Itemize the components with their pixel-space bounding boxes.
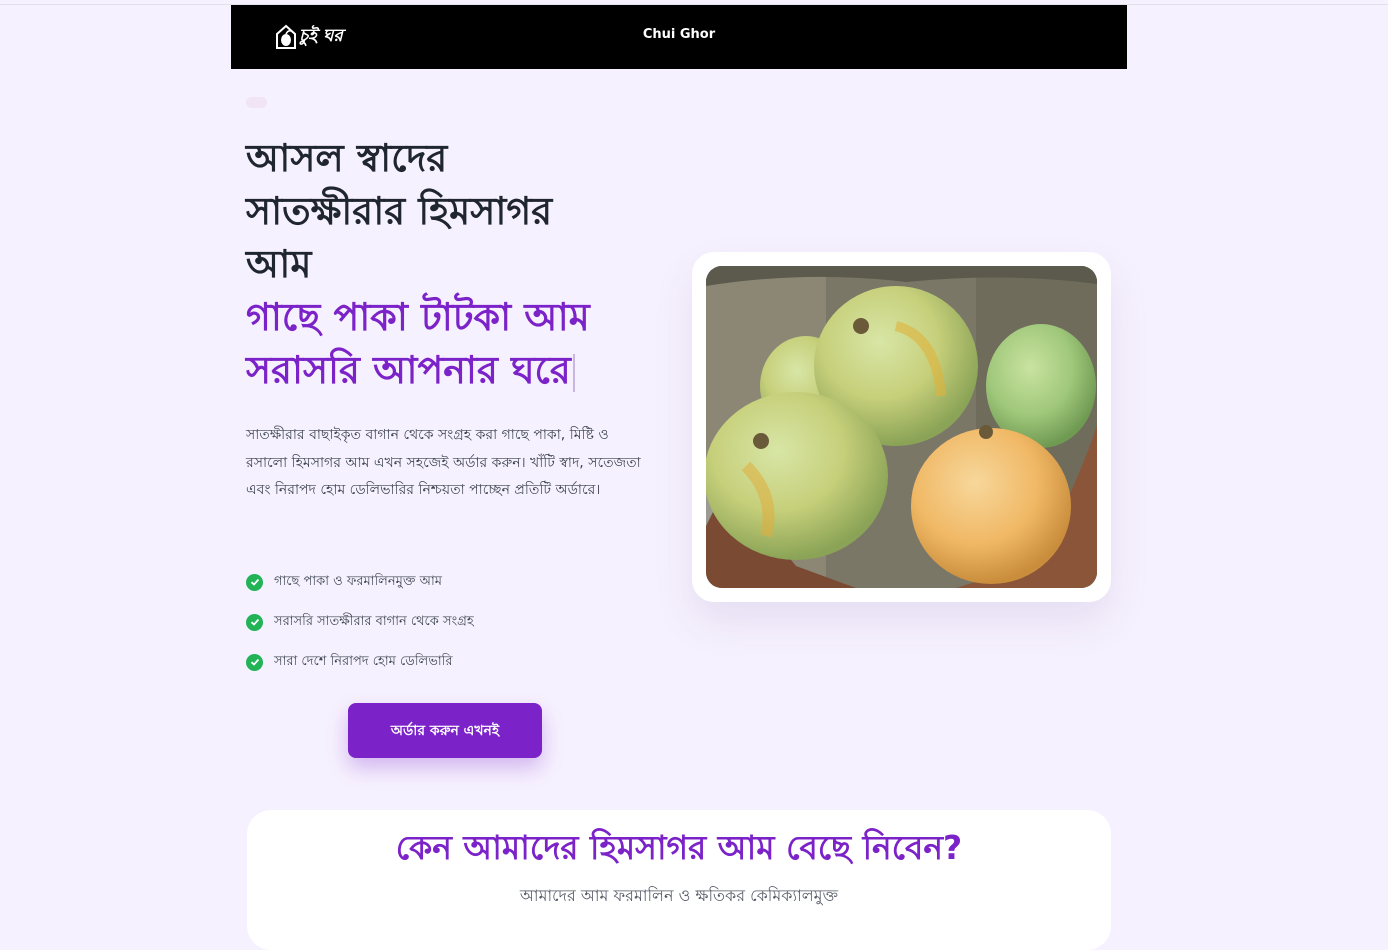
check-circle-icon xyxy=(246,613,263,631)
check-circle-icon xyxy=(246,653,263,671)
mango-photo xyxy=(706,266,1097,588)
why-choose-section: কেন আমাদের হিমসাগর আম বেছে নিবেন? আমাদের… xyxy=(247,810,1111,950)
hero-accent-line-2: সরাসরি আপনার ঘরে xyxy=(246,344,666,397)
hero-title-line: আসল স্বাদের xyxy=(246,136,448,180)
section-title: কেন আমাদের হিমসাগর আম বেছে নিবেন? xyxy=(395,828,963,867)
feature-item: সারা দেশে নিরাপদ হোম ডেলিভারি xyxy=(246,642,474,682)
feature-text: সরাসরি সাতক্ষীরার বাগান থেকে সংগ্রহ xyxy=(274,613,474,629)
typing-cursor xyxy=(572,353,575,392)
section-subtitle: আমাদের আম ফরমালিন ও ক্ষতিকর কেমিক্যালমুক… xyxy=(519,886,839,905)
hero-title-line: সাতক্ষীরার হিমসাগর xyxy=(246,189,553,233)
order-now-button[interactable]: অর্ডার করুন এখনই xyxy=(348,703,542,758)
hero-accent-text: সরাসরি আপনার ঘরে xyxy=(246,348,571,392)
hero-title: আসল স্বাদের সাতক্ষীরার হিমসাগর আম গাছে প… xyxy=(246,132,666,397)
feature-list: গাছে পাকা ও ফরমালিনমুক্ত আম সরাসরি সাতক্… xyxy=(246,562,474,682)
hero-accent-line: গাছে পাকা টাটকা আম xyxy=(246,295,590,339)
feature-item: সরাসরি সাতক্ষীরার বাগান থেকে সংগ্রহ xyxy=(246,602,474,642)
feature-text: সারা দেশে নিরাপদ হোম ডেলিভারি xyxy=(274,653,453,669)
feature-text: গাছে পাকা ও ফরমালিনমুক্ত আম xyxy=(274,573,442,589)
badge-placeholder xyxy=(246,97,267,108)
hero-description: সাতক্ষীরার বাছাইকৃত বাগান থেকে সংগ্রহ কর… xyxy=(246,427,641,498)
check-circle-icon xyxy=(246,573,263,591)
site-title: Chui Ghor xyxy=(642,27,716,42)
feature-item: গাছে পাকা ও ফরমালিনমুক্ত আম xyxy=(246,562,474,602)
hero-title-line: আম xyxy=(246,242,312,286)
site-header: চুই ঘর Chui Ghor xyxy=(231,5,1127,69)
hero-image-card xyxy=(692,252,1111,602)
